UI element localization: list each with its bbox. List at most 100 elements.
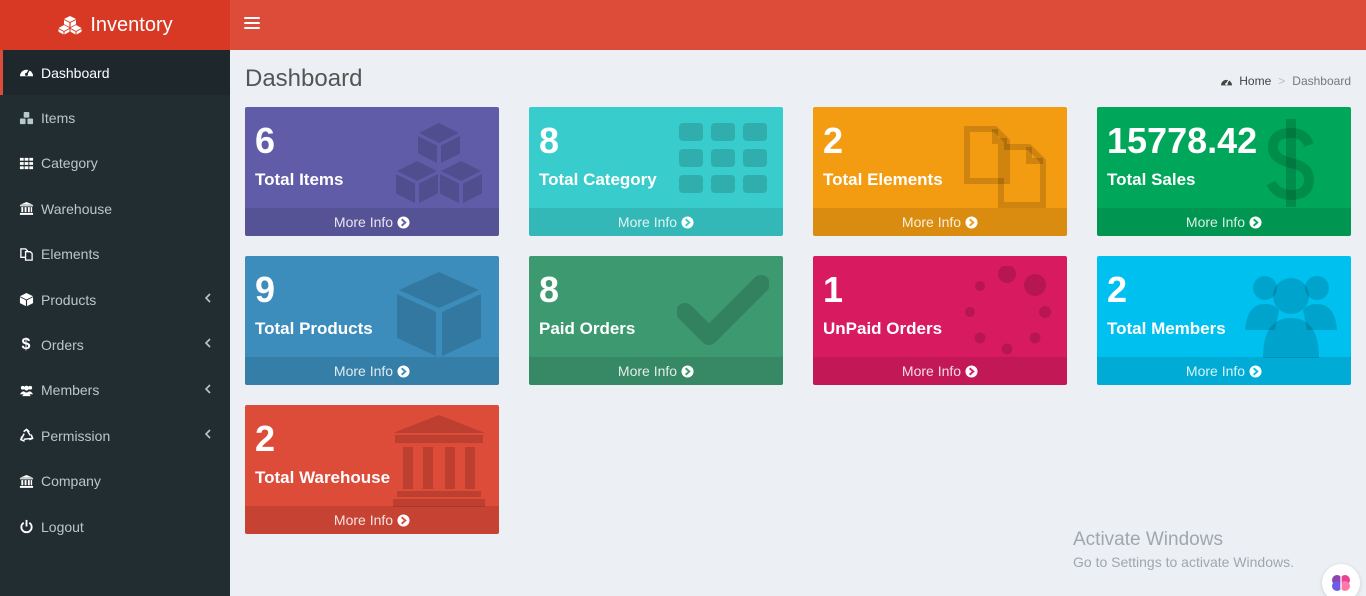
- sidebar-item-members[interactable]: Members: [0, 368, 230, 413]
- power-icon: [18, 519, 34, 535]
- sidebar-item-items[interactable]: Items: [0, 95, 230, 140]
- floating-assistant-button[interactable]: [1322, 564, 1360, 596]
- sidebar-item-label: Company: [41, 473, 101, 490]
- arrow-circle-right-icon: [681, 215, 694, 229]
- stat-box-total-members: 2 Total Members More Info: [1097, 256, 1351, 385]
- stat-label: Total Warehouse: [255, 468, 391, 487]
- sidebar-item-products[interactable]: Products: [0, 277, 230, 322]
- check-icon: [677, 275, 769, 345]
- sidebar-item-orders[interactable]: $ Orders: [0, 322, 230, 367]
- activation-watermark-title: Activate Windows: [1073, 529, 1223, 550]
- more-info-link[interactable]: More Info: [245, 208, 499, 236]
- more-info-link[interactable]: More Info: [245, 506, 499, 534]
- stat-value: 15778.42: [1107, 120, 1258, 161]
- arrow-circle-right-icon: [965, 364, 978, 378]
- arrow-circle-right-icon: [1249, 364, 1262, 378]
- sidebar-item-label: Permission: [41, 427, 111, 444]
- stat-label: Total Sales: [1107, 170, 1196, 189]
- sidebar-item-label: Members: [41, 382, 100, 399]
- sidebar-item-elements[interactable]: Elements: [0, 232, 230, 277]
- breadcrumb: Home > Dashboard: [1220, 74, 1351, 88]
- chevron-left-icon: [204, 429, 211, 439]
- cubes-icon: [18, 110, 34, 126]
- more-info-label: More Info: [901, 363, 962, 379]
- activation-watermark-subtitle: Go to Settings to activate Windows.: [1073, 554, 1294, 570]
- stat-label: Total Elements: [823, 170, 943, 189]
- brain-icon: [1332, 575, 1350, 591]
- stat-value: 2: [823, 120, 844, 161]
- stat-box-total-sales: 15778.42 Total Sales More Info: [1097, 107, 1351, 236]
- more-info-link[interactable]: More Info: [529, 357, 783, 385]
- arrow-circle-right-icon: [1249, 215, 1262, 229]
- sidebar-item-logout[interactable]: Logout: [0, 504, 230, 549]
- more-info-link[interactable]: More Info: [1097, 357, 1351, 385]
- stat-box-total-items: 6 Total Items More Info: [245, 107, 499, 236]
- users-icon: [18, 382, 34, 398]
- stat-label: Total Products: [255, 319, 373, 338]
- sidebar-item-permission[interactable]: Permission: [0, 413, 230, 458]
- arrow-circle-right-icon: [397, 513, 410, 527]
- stat-box-total-products: 9 Total Products More Info: [245, 256, 499, 385]
- stat-box-unpaid-orders: 1 UnPaid Orders More Info: [813, 256, 1067, 385]
- brand-name: Inventory: [90, 13, 173, 36]
- arrow-circle-right-icon: [397, 364, 410, 378]
- menu-toggle-icon[interactable]: [244, 17, 260, 33]
- sidebar-item-label: Category: [41, 155, 98, 172]
- sidebar-item-label: Elements: [41, 246, 100, 263]
- more-info-link[interactable]: More Info: [245, 357, 499, 385]
- more-info-link[interactable]: More Info: [1097, 208, 1351, 236]
- breadcrumb-home-link[interactable]: Home: [1220, 74, 1271, 88]
- sidebar-item-category[interactable]: Category: [0, 141, 230, 186]
- stat-box-total-category: 8 Total Category More Info: [529, 107, 783, 236]
- sidebar-item-label: Logout: [41, 518, 84, 535]
- more-info-label: More Info: [617, 363, 678, 379]
- stat-label: Paid Orders: [539, 319, 636, 338]
- stat-box-total-warehouse: 2 Total Warehouse More Info: [245, 405, 499, 534]
- stat-box-paid-orders: 8 Paid Orders More Info: [529, 256, 783, 385]
- grid-icon: [18, 155, 34, 171]
- brand-logo[interactable]: Inventory: [0, 0, 230, 50]
- more-info-link[interactable]: More Info: [529, 208, 783, 236]
- files-icon: [964, 126, 1046, 208]
- sidebar-item-label: Orders: [41, 337, 84, 354]
- sidebar-item-label: Items: [41, 110, 76, 127]
- bank-icon: [18, 473, 34, 489]
- more-info-link[interactable]: More Info: [813, 357, 1067, 385]
- sidebar-item-label: Products: [41, 291, 97, 308]
- cubes-icon: [58, 16, 82, 35]
- stat-value: 2: [255, 418, 276, 459]
- more-info-label: More Info: [617, 214, 678, 230]
- more-info-label: More Info: [333, 363, 394, 379]
- more-info-label: More Info: [901, 214, 962, 230]
- more-info-label: More Info: [1185, 214, 1246, 230]
- stat-value: 6: [255, 120, 276, 161]
- more-info-label: More Info: [333, 214, 394, 230]
- breadcrumb-home-label: Home: [1239, 74, 1272, 88]
- stat-value: 2: [1107, 269, 1128, 310]
- cube-icon: [397, 272, 481, 356]
- sidebar-item-label: Dashboard: [41, 64, 110, 81]
- stat-value: 8: [539, 120, 560, 161]
- dashboard-icon: [18, 65, 34, 81]
- sidebar-item-warehouse[interactable]: Warehouse: [0, 186, 230, 231]
- stat-value: 9: [255, 269, 276, 310]
- breadcrumb-current: Dashboard: [1292, 74, 1351, 88]
- sidebar-item-dashboard[interactable]: Dashboard: [0, 50, 230, 96]
- stat-value: 1: [823, 269, 844, 310]
- sidebar-item-label: Warehouse: [41, 200, 113, 217]
- spinner-icon: [965, 266, 1051, 355]
- stat-box-total-elements: 2 Total Elements More Info: [813, 107, 1067, 236]
- dashboard-icon: [1221, 79, 1233, 85]
- stat-value: 8: [539, 269, 560, 310]
- stat-label: Total Items: [255, 170, 344, 189]
- more-info-label: More Info: [1185, 363, 1246, 379]
- sidebar-item-company[interactable]: Company: [0, 459, 230, 504]
- stat-label: Total Category: [539, 170, 657, 189]
- dollar-icon: $: [21, 336, 31, 354]
- stat-label: UnPaid Orders: [823, 319, 943, 338]
- users-icon: [1245, 276, 1337, 358]
- chevron-left-icon: [204, 384, 211, 394]
- cubes-icon: [396, 123, 482, 203]
- more-info-link[interactable]: More Info: [813, 208, 1067, 236]
- cube-icon: [18, 292, 34, 308]
